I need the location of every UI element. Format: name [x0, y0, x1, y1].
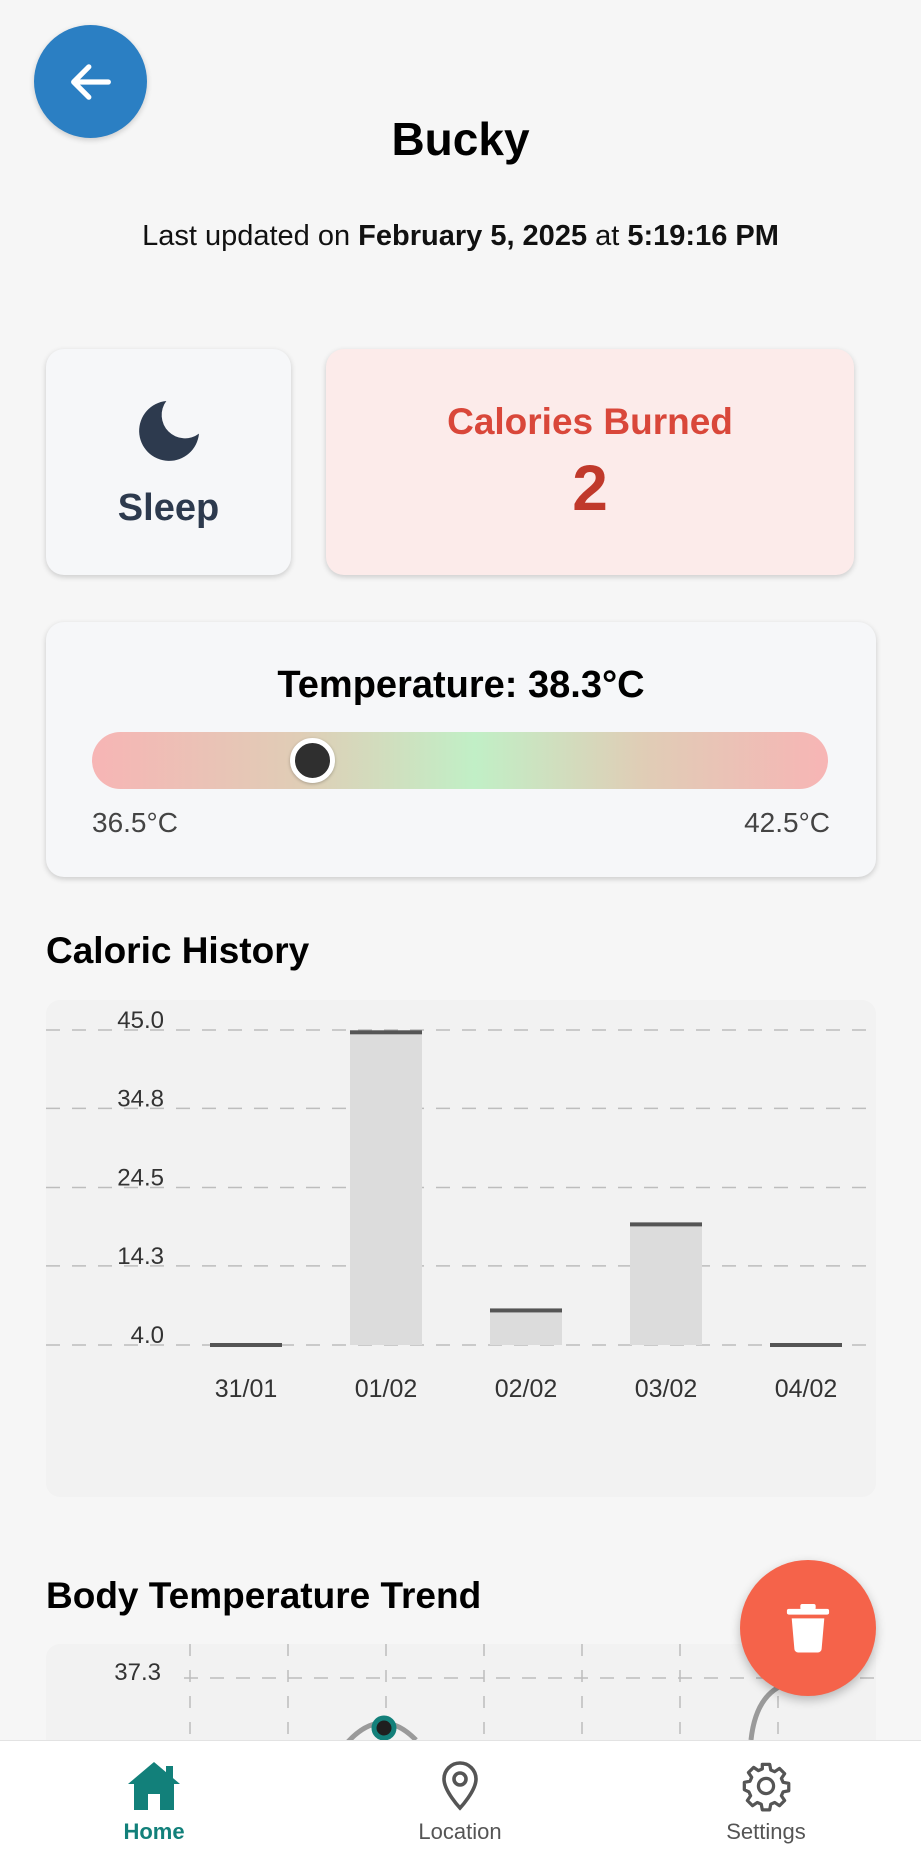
- body-temp-trend-title: Body Temperature Trend: [46, 1575, 482, 1616]
- y-tick-label: 4.0: [131, 1322, 164, 1349]
- temperature-card: Temperature: 38.3°C 36.5°C 42.5°C: [46, 622, 876, 877]
- calories-card: Calories Burned 2: [326, 349, 854, 575]
- bar[interactable]: [630, 1224, 702, 1345]
- temperature-label: Temperature: 38.3°C: [277, 664, 645, 706]
- caloric-history-svg: 45.0 34.8 24.5 14.3 4.0 31/01 01/02 02/02 03/02 0…: [46, 1007, 876, 1403]
- y-tick-label: 34.8: [117, 1085, 164, 1112]
- x-tick-label: 02/02: [495, 1375, 558, 1403]
- nav-home-label: Home: [123, 1819, 185, 1844]
- updated-date: February 5, 2025: [358, 220, 588, 252]
- bar-cap: [490, 1308, 562, 1313]
- nav-settings-label: Settings: [726, 1819, 806, 1844]
- trend-line: [748, 1681, 787, 1740]
- x-tick-label: 31/01: [215, 1375, 278, 1403]
- x-tick-label: 01/02: [355, 1375, 418, 1403]
- nav-settings[interactable]: Settings: [676, 1741, 856, 1850]
- caloric-history-chart: 45.0 34.8 24.5 14.3 4.0 31/01 01/02 02/02 03/02 0…: [46, 1000, 876, 1497]
- home-icon: [128, 1762, 180, 1810]
- bar-cap: [770, 1343, 842, 1347]
- bar-cap: [210, 1343, 282, 1347]
- activity-label: Sleep: [117, 487, 220, 529]
- trash-icon: [786, 1604, 830, 1653]
- calories-label: Calories Burned: [447, 401, 733, 442]
- y-tick-label: 14.3: [117, 1243, 164, 1270]
- gear-icon: [742, 1762, 791, 1812]
- page-title: Bucky: [391, 113, 530, 165]
- location-pin-icon: [442, 1761, 478, 1811]
- updated-time: 5:19:16 PM: [627, 220, 779, 252]
- caloric-history-title: Caloric History: [46, 930, 310, 971]
- bottom-navigation: Home Location Settings: [0, 1740, 921, 1850]
- x-tick-label: 04/02: [775, 1375, 838, 1403]
- y-tick-label: 24.5: [117, 1165, 164, 1192]
- bar[interactable]: [490, 1310, 562, 1345]
- arrow-left-icon: [70, 63, 111, 100]
- updated-mid: at: [587, 220, 628, 252]
- temperature-indicator: [290, 738, 336, 783]
- x-tick-label: 03/02: [635, 1375, 698, 1403]
- temperature-gauge: [92, 732, 828, 789]
- delete-button[interactable]: [740, 1560, 876, 1696]
- data-point[interactable]: [371, 1715, 397, 1740]
- y-tick-label: 45.0: [117, 1007, 164, 1034]
- calories-value: 2: [572, 452, 608, 524]
- bar[interactable]: [350, 1032, 422, 1345]
- activity-card: Sleep: [46, 349, 291, 575]
- nav-location[interactable]: Location: [370, 1741, 550, 1850]
- nav-home[interactable]: Home: [64, 1741, 244, 1850]
- temperature-max: 42.5°C: [744, 807, 830, 838]
- updated-prefix: Last updated on: [142, 220, 359, 252]
- bar-cap: [350, 1030, 422, 1035]
- moon-icon: [138, 401, 199, 461]
- y-tick-label: 37.3: [114, 1659, 161, 1686]
- bar-cap: [630, 1222, 702, 1227]
- temperature-min: 36.5°C: [92, 807, 178, 838]
- nav-location-label: Location: [418, 1819, 502, 1844]
- last-updated: Last updated on February 5, 2025 at 5:19…: [0, 220, 921, 253]
